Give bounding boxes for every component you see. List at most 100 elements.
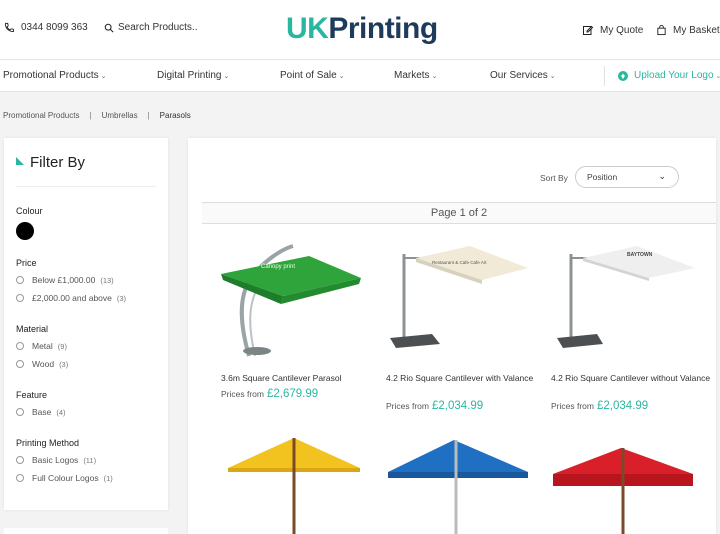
upload-icon	[618, 70, 628, 81]
option-count: (3)	[59, 359, 69, 369]
breadcrumb-current: Parasols	[159, 111, 191, 120]
sort-value: Position	[587, 172, 618, 182]
chevron-down-icon: ⌄	[549, 73, 556, 80]
breadcrumb-link[interactable]: Umbrellas	[102, 111, 138, 120]
canopy-print: Restaurant & Cafe Cafe Art	[432, 260, 487, 265]
canopy-print: Canopy print	[261, 264, 295, 270]
colour-swatch-black[interactable]	[16, 222, 34, 240]
nav-item-digital-printing[interactable]: Digital Printing ⌄	[157, 70, 229, 81]
chevron-down-icon: ⌄	[100, 73, 107, 80]
product-price: Prices from £2,679.99	[221, 388, 318, 400]
breadcrumb-separator: |	[89, 111, 92, 120]
search-icon	[104, 23, 114, 33]
option-label: £2,000.00 and above	[32, 293, 112, 303]
price-amount: £2,679.99	[266, 388, 319, 400]
nav-item-our-services[interactable]: Our Services ⌄	[490, 70, 556, 81]
phone-link[interactable]: 0344 8099 363	[4, 22, 88, 33]
product-listing: Sort By Position ⌄ Page 1 of 2 Canopy pr…	[188, 138, 716, 534]
product-name[interactable]: 3.6m Square Cantilever Parasol	[221, 372, 381, 384]
filter-title: Filter By	[16, 154, 85, 171]
site-logo[interactable]: UKPrinting	[286, 12, 438, 46]
edit-icon	[583, 25, 594, 35]
option-label: Basic Logos	[32, 455, 79, 465]
chevron-down-icon: ⌄	[715, 72, 720, 80]
product-card[interactable]	[226, 434, 386, 534]
my-quote-button[interactable]: My Quote	[582, 24, 643, 36]
sort-by-label: Sort By	[540, 173, 568, 183]
radio-icon	[16, 360, 24, 368]
my-basket-button[interactable]: My Basket	[656, 24, 720, 36]
option-label: Wood	[32, 359, 55, 369]
nav-item-markets[interactable]: Markets ⌄	[394, 70, 437, 81]
option-count: (1)	[103, 473, 113, 483]
filter-option-basic-logos[interactable]: Basic Logos (11)	[16, 455, 96, 465]
canopy-print: BAYTOWN	[627, 252, 653, 258]
filter-group-title: Printing Method	[16, 438, 80, 448]
product-image-cream-parasol[interactable]: Restaurant & Cafe Cafe Art	[386, 238, 546, 358]
product-image-blue-parasol[interactable]	[386, 434, 546, 534]
option-count: (13)	[100, 275, 114, 285]
product-card[interactable]: Canopy print 3.6m Square Cantilever Para…	[221, 238, 381, 408]
pagination-text: Page 1 of 2	[430, 207, 488, 219]
product-price: Prices from £2,034.99	[551, 400, 648, 412]
price-amount: £2,034.99	[431, 400, 484, 412]
sort-select[interactable]: Position ⌄	[575, 166, 679, 188]
filter-group-title: Material	[16, 324, 49, 334]
nav-item-point-of-sale[interactable]: Point of Sale ⌄	[280, 70, 345, 81]
search-button[interactable]: Search Products..	[104, 22, 197, 33]
product-card[interactable]: Restaurant & Cafe Cafe Art 4.2 Rio Squar…	[386, 238, 546, 428]
product-name[interactable]: 4.2 Rio Square Cantilever without Valanc…	[551, 372, 711, 384]
phone-number: 0344 8099 363	[21, 22, 88, 33]
radio-icon	[16, 342, 24, 350]
filter-option-price-above-2000[interactable]: £2,000.00 and above (3)	[16, 293, 126, 303]
product-price: Prices from £2,034.99	[386, 400, 483, 412]
product-image-yellow-parasol[interactable]	[226, 434, 386, 534]
radio-icon	[16, 456, 24, 464]
triangle-icon	[16, 156, 24, 165]
radio-icon	[16, 474, 24, 482]
filter-option-price-below-1000[interactable]: Below £1,000.00 (13)	[16, 275, 114, 285]
nav-label: Digital Printing	[157, 70, 222, 81]
option-count: (3)	[116, 293, 127, 303]
divider	[16, 186, 156, 187]
breadcrumb-separator: |	[147, 111, 150, 120]
price-prefix: Prices from	[386, 401, 429, 411]
chevron-down-icon: ⌄	[431, 73, 438, 80]
logo-printing: Printing	[328, 12, 438, 45]
filter-option-full-colour-logos[interactable]: Full Colour Logos (1)	[16, 473, 113, 483]
chevron-down-icon: ⌄	[658, 171, 666, 181]
logo-uk: UK	[286, 12, 329, 45]
filter-option-metal[interactable]: Metal (9)	[16, 341, 67, 351]
upload-logo-button[interactable]: Upload Your Logo ⌄	[618, 70, 720, 81]
filter-option-wood[interactable]: Wood (3)	[16, 359, 68, 369]
filter-title-text: Filter By	[30, 154, 86, 171]
product-card[interactable]: BAYTOWN 4.2 Rio Square Cantilever withou…	[551, 238, 711, 428]
product-image-green-parasol[interactable]: Canopy print	[221, 238, 381, 358]
filter-panel: Filter By Colour Price Below £1,000.00 (1…	[4, 138, 168, 510]
breadcrumb-link[interactable]: Promotional Products	[3, 111, 79, 120]
nav-label: Our Services	[490, 70, 548, 81]
price-amount: £2,034.99	[596, 400, 649, 412]
option-count: (9)	[57, 341, 67, 351]
filter-group-title: Colour	[16, 206, 43, 216]
price-prefix: Prices from	[551, 401, 594, 411]
nav-divider	[604, 66, 605, 86]
product-image-red-parasol[interactable]	[551, 434, 711, 534]
price-prefix: Prices from	[221, 389, 264, 399]
filter-option-base[interactable]: Base (4)	[16, 407, 66, 417]
chevron-down-icon: ⌄	[223, 73, 230, 80]
my-quote-label: My Quote	[600, 24, 644, 36]
product-card[interactable]	[551, 434, 711, 534]
pagination-bar: Page 1 of 2	[202, 202, 716, 224]
product-card[interactable]	[386, 434, 546, 534]
nav-item-promotional-products[interactable]: Promotional Products ⌄	[3, 70, 106, 81]
upload-label: Upload Your Logo	[634, 70, 714, 81]
option-label: Full Colour Logos	[32, 473, 99, 483]
filter-group-title: Feature	[16, 390, 48, 400]
filter-group-title: Price	[16, 258, 37, 268]
product-image-white-parasol[interactable]: BAYTOWN	[551, 238, 711, 358]
option-label: Base	[32, 407, 52, 417]
product-name[interactable]: 4.2 Rio Square Cantilever with Valance	[386, 372, 546, 384]
option-count: (11)	[83, 455, 97, 465]
radio-icon	[16, 276, 24, 284]
